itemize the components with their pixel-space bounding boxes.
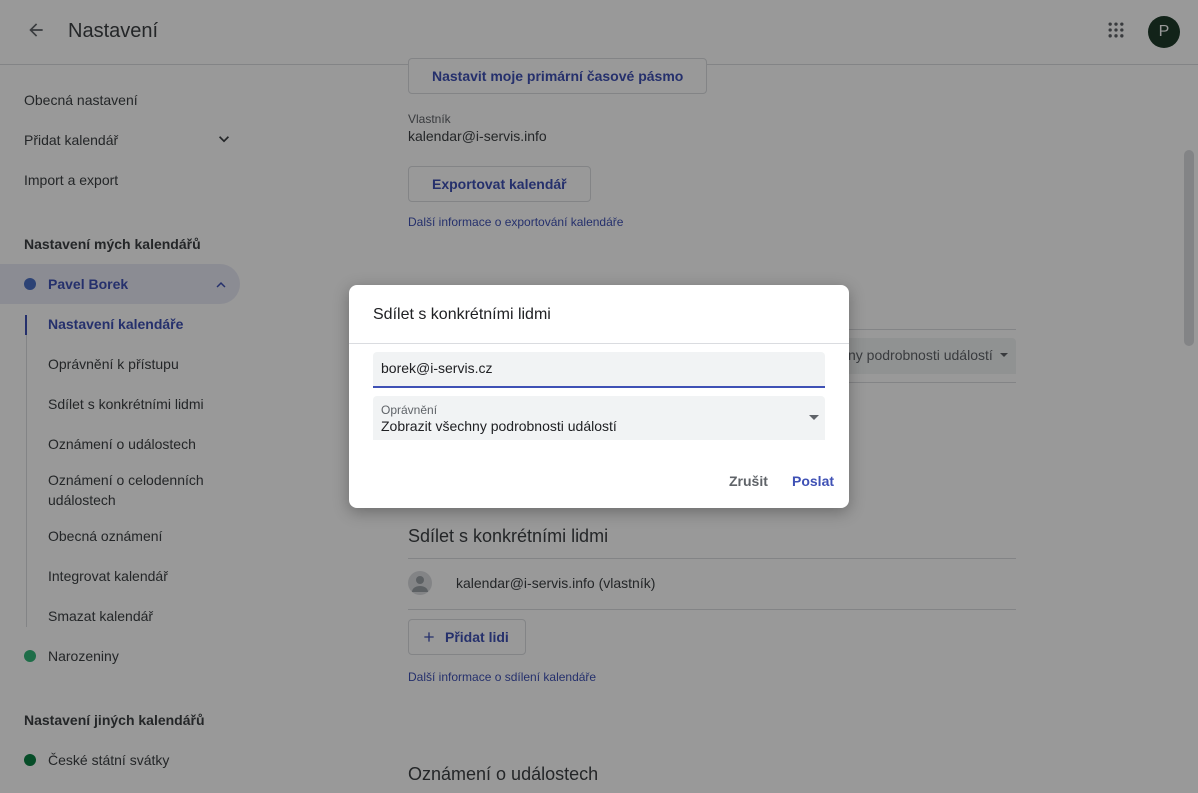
permission-select[interactable]: Oprávnění Zobrazit všechny podrobnosti u…: [373, 396, 825, 440]
dialog-title: Sdílet s konkrétními lidmi: [373, 306, 551, 323]
dialog-divider: [349, 343, 849, 344]
email-field[interactable]: [373, 352, 825, 388]
email-input[interactable]: [381, 360, 811, 376]
permission-value: Zobrazit všechny podrobnosti událostí: [381, 418, 617, 434]
send-button[interactable]: Poslat: [792, 471, 834, 491]
share-dialog: Sdílet s konkrétními lidmi Oprávnění Zob…: [349, 285, 849, 508]
cancel-button[interactable]: Zrušit: [729, 471, 768, 491]
dropdown-arrow-icon: [809, 415, 819, 420]
permission-label: Oprávnění: [381, 403, 438, 417]
